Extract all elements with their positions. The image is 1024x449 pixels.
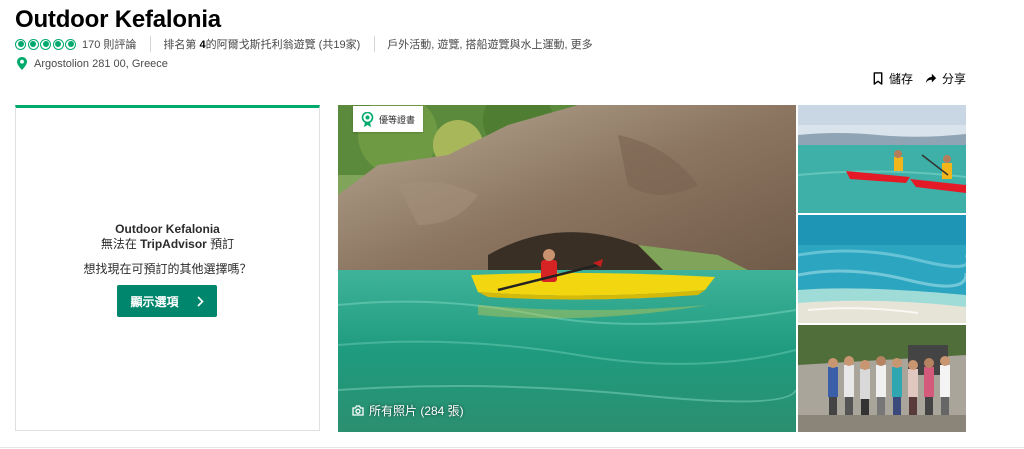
- address-text: Argostolion 281 00, Greece: [34, 57, 168, 70]
- booking-card: Outdoor Kefalonia 無法在 TripAdvisor 預訂 想找現…: [15, 105, 320, 431]
- chevron-right-icon: [196, 295, 204, 307]
- unavailable-prefix: 無法在: [100, 237, 141, 251]
- divider: [0, 447, 1024, 448]
- booking-card-content: Outdoor Kefalonia 無法在 TripAdvisor 預訂 想找現…: [16, 222, 319, 277]
- unavailable-brand: TripAdvisor: [140, 237, 207, 251]
- all-photos-link[interactable]: 所有照片 (284 張): [352, 402, 464, 419]
- meta-row: 170 則評論 排名第 4的阿爾戈斯托利翁遊覽 (共19家) 戶外活動, 遊覽,…: [15, 36, 593, 52]
- thumbnail-photo[interactable]: [798, 105, 966, 213]
- bookmark-icon: [873, 72, 883, 85]
- action-bar: 儲存 分享: [872, 70, 966, 87]
- thumbnail-photo[interactable]: [798, 215, 966, 323]
- clear-water-photo: [798, 215, 966, 323]
- group-photo: [798, 325, 966, 432]
- rating-bubble-icon: [52, 38, 64, 50]
- divider: [374, 36, 376, 52]
- main-photo[interactable]: 優等證書 所有照片 (284 張): [338, 105, 796, 432]
- address[interactable]: Argostolion 281 00, Greece: [17, 57, 168, 70]
- show-options-label: 顯示選項: [130, 294, 179, 309]
- certificate-badge[interactable]: 優等證書: [353, 106, 424, 132]
- share-label: 分享: [941, 72, 966, 86]
- show-options-button[interactable]: 顯示選項: [117, 285, 217, 317]
- rating-bubble-icon: [65, 38, 76, 50]
- booking-unavailable-text: 無法在 TripAdvisor 預訂: [16, 237, 319, 252]
- camera-icon: [352, 405, 364, 416]
- rating-bubbles[interactable]: [15, 38, 76, 50]
- rating-bubble-icon: [27, 38, 39, 50]
- ranking-link[interactable]: 排名第 4的阿爾戈斯托利翁遊覽 (共19家): [163, 36, 360, 52]
- photo-gallery: 優等證書 所有照片 (284 張): [338, 105, 966, 432]
- certificate-icon: [361, 111, 374, 127]
- certificate-label: 優等證書: [379, 114, 416, 125]
- save-label: 儲存: [888, 72, 913, 86]
- rank-prefix: 排名第: [163, 39, 200, 51]
- kayak-cave-photo: [338, 105, 796, 432]
- kayakers-sea-photo: [798, 105, 966, 213]
- rank-suffix: 的阿爾戈斯托利翁遊覽 (共19家): [205, 39, 361, 51]
- booking-card-name: Outdoor Kefalonia: [115, 222, 220, 236]
- review-count-link[interactable]: 170 則評論: [82, 36, 136, 52]
- unavailable-suffix: 預訂: [206, 237, 235, 251]
- share-button[interactable]: 分享: [925, 70, 966, 87]
- thumbnail-photo[interactable]: [798, 325, 966, 432]
- booking-question: 想找現在可預訂的其他選擇嗎？: [83, 262, 252, 276]
- share-arrow-icon: [925, 73, 937, 84]
- save-button[interactable]: 儲存: [872, 70, 913, 87]
- rating-bubble-icon: [15, 38, 26, 50]
- page-title: Outdoor Kefalonia: [15, 6, 221, 33]
- map-pin-icon: [17, 57, 27, 70]
- rating-bubble-icon: [40, 38, 51, 50]
- all-photos-label: 所有照片 (284 張): [369, 404, 464, 418]
- divider: [150, 36, 152, 52]
- categories-link[interactable]: 戶外活動, 遊覽, 搭船遊覽與水上運動, 更多: [387, 36, 592, 52]
